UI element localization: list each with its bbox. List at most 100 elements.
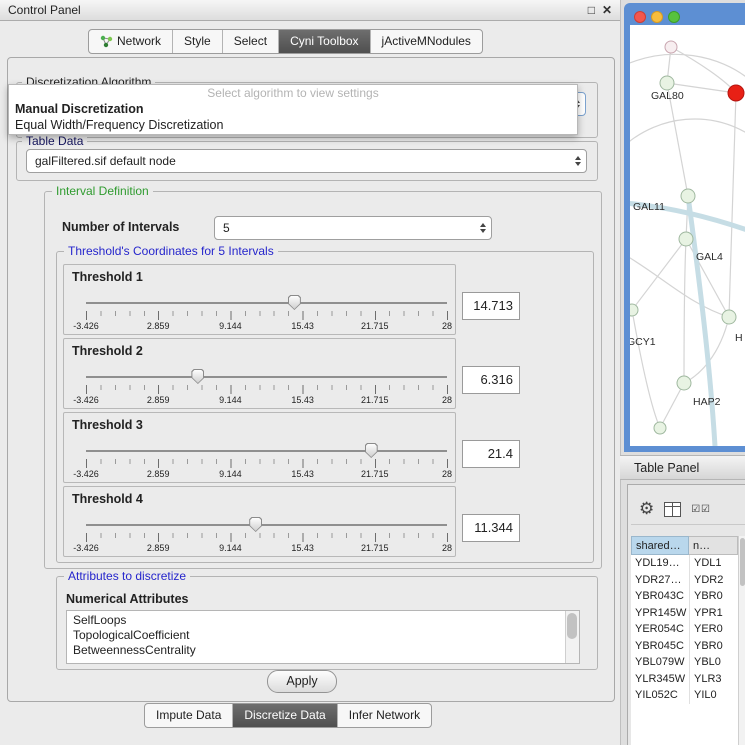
network-node[interactable] xyxy=(654,422,666,434)
table-row[interactable]: YIL052CYIL0 xyxy=(631,687,738,704)
float-window-icon[interactable]: □ xyxy=(588,3,595,17)
threshold-1-label: Threshold 1 xyxy=(72,270,143,284)
table-scrollbar[interactable] xyxy=(738,536,745,745)
mac-minimize-button[interactable] xyxy=(651,11,663,23)
control-panel-titlebar: Control Panel □ ✕ xyxy=(0,0,620,21)
table-data-select[interactable]: galFiltered.sif default node xyxy=(26,149,587,173)
svg-text:H: H xyxy=(735,332,743,344)
slider-thumb[interactable] xyxy=(249,517,262,532)
table-rows: YDL19…YDL1 YDR27…YDR2 YBR043CYBR0 YPR145… xyxy=(631,555,738,745)
table-row[interactable]: YPR145WYPR1 xyxy=(631,605,738,622)
threshold-4-label: Threshold 4 xyxy=(72,492,143,506)
svg-text:GAL4: GAL4 xyxy=(696,251,723,263)
interval-definition-label: Interval Definition xyxy=(52,184,153,198)
svg-text:GAL11: GAL11 xyxy=(633,201,665,213)
table-panel-title: Table Panel xyxy=(634,461,699,475)
threshold-2-label: Threshold 2 xyxy=(72,344,143,358)
slider-track[interactable] xyxy=(86,302,447,304)
network-node[interactable] xyxy=(722,310,736,324)
checkbox-icons[interactable]: ☑ ☑ xyxy=(691,504,709,515)
table-row[interactable]: YER054CYER0 xyxy=(631,621,738,638)
tab-network[interactable]: Network xyxy=(89,30,172,53)
threshold-4-panel: Threshold 4 -3.426 2.859 9.144 15.43 21.… xyxy=(63,486,456,557)
combo-arrows-icon xyxy=(480,223,486,233)
threshold-4-slider[interactable]: -3.426 2.859 9.144 15.43 21.715 28 xyxy=(86,517,447,555)
slider-track[interactable] xyxy=(86,450,447,452)
attributes-group-label: Attributes to discretize xyxy=(64,569,190,583)
list-item[interactable]: BetweennessCentrality xyxy=(67,643,579,658)
table-row[interactable]: YBR043CYBR0 xyxy=(631,588,738,605)
list-item[interactable]: TopologicalCoefficient xyxy=(67,628,579,643)
tab-cyni-toolbox[interactable]: Cyni Toolbox xyxy=(278,30,369,53)
dropdown-item-equal-width[interactable]: Equal Width/Frequency Discretization xyxy=(9,117,577,133)
table-data-group-label: Table Data xyxy=(22,134,87,148)
number-of-intervals-select[interactable]: 5 xyxy=(214,216,492,240)
threshold-3-label: Threshold 3 xyxy=(72,418,143,432)
dropdown-item-manual-discretization[interactable]: Manual Discretization xyxy=(9,101,577,117)
mac-close-button[interactable] xyxy=(634,11,646,23)
tab-infer-network[interactable]: Infer Network xyxy=(337,704,431,727)
apply-button[interactable]: Apply xyxy=(267,670,337,693)
scrollbar-thumb[interactable] xyxy=(740,538,745,586)
number-of-intervals-label: Number of Intervals xyxy=(62,220,179,234)
threshold-2-slider[interactable]: -3.426 2.859 9.144 15.43 21.715 28 xyxy=(86,369,447,407)
slider-major-ticks xyxy=(86,385,448,394)
slider-thumb[interactable] xyxy=(365,443,378,458)
tab-network-label: Network xyxy=(117,30,161,53)
slider-thumb[interactable] xyxy=(191,369,204,384)
network-node-gal11[interactable] xyxy=(681,189,695,203)
network-node-labels: GAL80 GAL11 GAL4 GCY1 HAP2 H xyxy=(630,90,743,408)
svg-text:GAL80: GAL80 xyxy=(651,90,684,102)
network-node-gal80[interactable] xyxy=(660,76,674,90)
slider-scale-labels: -3.426 2.859 9.144 15.43 21.715 28 xyxy=(86,395,447,406)
tab-discretize-data[interactable]: Discretize Data xyxy=(232,704,336,727)
table-toolbar: ⚙ ☑ ☑ xyxy=(631,494,745,525)
threshold-2-panel: Threshold 2 -3.426 2.859 9.144 15.43 21.… xyxy=(63,338,456,409)
network-node-selected-red[interactable] xyxy=(728,85,744,101)
tab-impute-data[interactable]: Impute Data xyxy=(145,704,232,727)
threshold-3-slider[interactable]: -3.426 2.859 9.144 15.43 21.715 28 xyxy=(86,443,447,481)
numerical-attributes-label: Numerical Attributes xyxy=(66,592,188,606)
attributes-list: SelfLoops TopologicalCoefficient Between… xyxy=(66,610,580,664)
mac-zoom-button[interactable] xyxy=(668,11,680,23)
thresholds-group-label: Threshold's Coordinates for 5 Intervals xyxy=(64,244,278,258)
network-node-hap2[interactable] xyxy=(677,376,691,390)
network-node[interactable] xyxy=(665,41,677,53)
table-row[interactable]: YLR345WYLR3 xyxy=(631,671,738,688)
close-icon[interactable]: ✕ xyxy=(602,3,612,17)
threshold-1-slider[interactable]: -3.426 2.859 9.144 15.43 21.715 28 xyxy=(86,295,447,333)
threshold-3-value-field[interactable]: 21.4 xyxy=(462,440,520,468)
table-row[interactable]: YDR27…YDR2 xyxy=(631,572,738,589)
list-item[interactable]: SelfLoops xyxy=(67,611,579,628)
control-panel-window: Control Panel □ ✕ Network Style Select C… xyxy=(0,0,621,745)
scrollbar-thumb[interactable] xyxy=(567,613,577,639)
table-row[interactable]: YBR045CYBR0 xyxy=(631,638,738,655)
slider-major-ticks xyxy=(86,533,448,542)
network-node-gal4[interactable] xyxy=(679,232,693,246)
column-layout-icon[interactable] xyxy=(664,502,681,517)
list-scrollbar[interactable] xyxy=(565,611,579,663)
window-title: Control Panel xyxy=(8,3,81,17)
svg-text:GCY1: GCY1 xyxy=(630,336,656,348)
slider-track[interactable] xyxy=(86,376,447,378)
slider-track[interactable] xyxy=(86,524,447,526)
tab-jactivemnodules[interactable]: jActiveMNodules xyxy=(370,30,482,53)
table-data-value: galFiltered.sif default node xyxy=(35,154,176,168)
threshold-2-value-field[interactable]: 6.316 xyxy=(462,366,520,394)
network-graph[interactable]: GAL80 GAL11 GAL4 GCY1 HAP2 H xyxy=(630,25,745,446)
table-row[interactable]: YDL19…YDL1 xyxy=(631,555,738,572)
table-row[interactable]: YBL079WYBL0 xyxy=(631,654,738,671)
tab-select[interactable]: Select xyxy=(222,30,278,53)
network-canvas[interactable]: GAL80 GAL11 GAL4 GCY1 HAP2 H xyxy=(630,25,745,446)
column-header-shared-name[interactable]: shared… xyxy=(631,536,689,555)
tab-style[interactable]: Style xyxy=(172,30,222,53)
svg-text:HAP2: HAP2 xyxy=(693,396,721,408)
column-header-name[interactable]: n… xyxy=(689,536,738,555)
slider-thumb[interactable] xyxy=(288,295,301,310)
slider-major-ticks xyxy=(86,311,448,320)
threshold-1-value-field[interactable]: 14.713 xyxy=(462,292,520,320)
number-of-intervals-value: 5 xyxy=(223,221,230,235)
threshold-4-value-field[interactable]: 11.344 xyxy=(462,514,520,542)
gear-icon[interactable]: ⚙ xyxy=(639,499,654,519)
network-node-gcy1[interactable] xyxy=(630,304,638,316)
